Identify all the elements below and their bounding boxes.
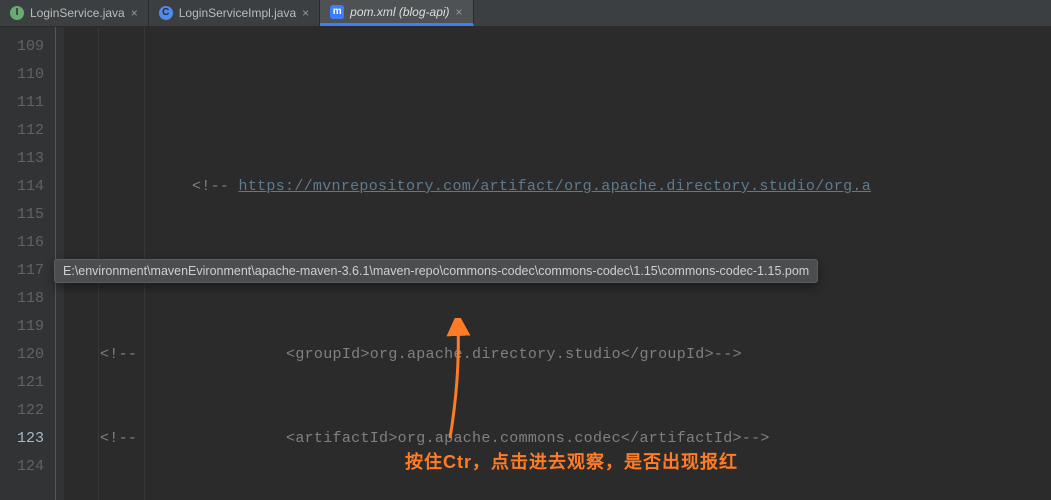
tab-pomxml[interactable]: m pom.xml (blog-api) ×	[320, 0, 473, 26]
java-interface-icon: I	[10, 6, 24, 20]
line-number: 119	[0, 313, 44, 341]
line-number: 112	[0, 117, 44, 145]
url-link[interactable]: https://mvnrepository.com/artifact/org.a…	[239, 178, 872, 195]
line-number-gutter: 1091101111121131141151161171181191201211…	[0, 27, 50, 500]
tab-loginserviceimpl[interactable]: C LoginServiceImpl.java ×	[149, 0, 320, 26]
tab-loginservice[interactable]: I LoginService.java ×	[0, 0, 149, 26]
line-number: 120	[0, 341, 44, 369]
line-number: 114	[0, 173, 44, 201]
line-number: 122	[0, 397, 44, 425]
line-number: 110	[0, 61, 44, 89]
editor-tabbar: I LoginService.java × C LoginServiceImpl…	[0, 0, 1051, 27]
line-number: 117	[0, 257, 44, 285]
close-icon[interactable]: ×	[302, 6, 309, 20]
line-number: 123	[0, 425, 44, 453]
line-number: 113	[0, 145, 44, 173]
line-number: 115	[0, 201, 44, 229]
xml-comment: <!-- <groupId>org.apache.directory.studi…	[100, 346, 742, 363]
line-number: 111	[0, 89, 44, 117]
tab-label: pom.xml (blog-api)	[350, 5, 449, 19]
xml-comment: <!--	[192, 178, 239, 195]
tab-label: LoginService.java	[30, 6, 125, 20]
annotation-text: 按住Ctr，点击进去观察，是否出现报红	[405, 448, 738, 474]
close-icon[interactable]: ×	[456, 5, 463, 19]
tab-label: LoginServiceImpl.java	[179, 6, 296, 20]
line-number: 124	[0, 453, 44, 481]
ctrl-hover-tooltip: E:\environment\mavenEvironment\apache-ma…	[54, 259, 818, 283]
line-number: 121	[0, 369, 44, 397]
java-class-icon: C	[159, 6, 173, 20]
line-number: 109	[0, 33, 44, 61]
maven-file-icon: m	[330, 5, 344, 19]
close-icon[interactable]: ×	[131, 6, 138, 20]
line-number: 116	[0, 229, 44, 257]
xml-comment: <!-- <artifactId>org.apache.commons.code…	[100, 430, 770, 447]
line-number: 118	[0, 285, 44, 313]
